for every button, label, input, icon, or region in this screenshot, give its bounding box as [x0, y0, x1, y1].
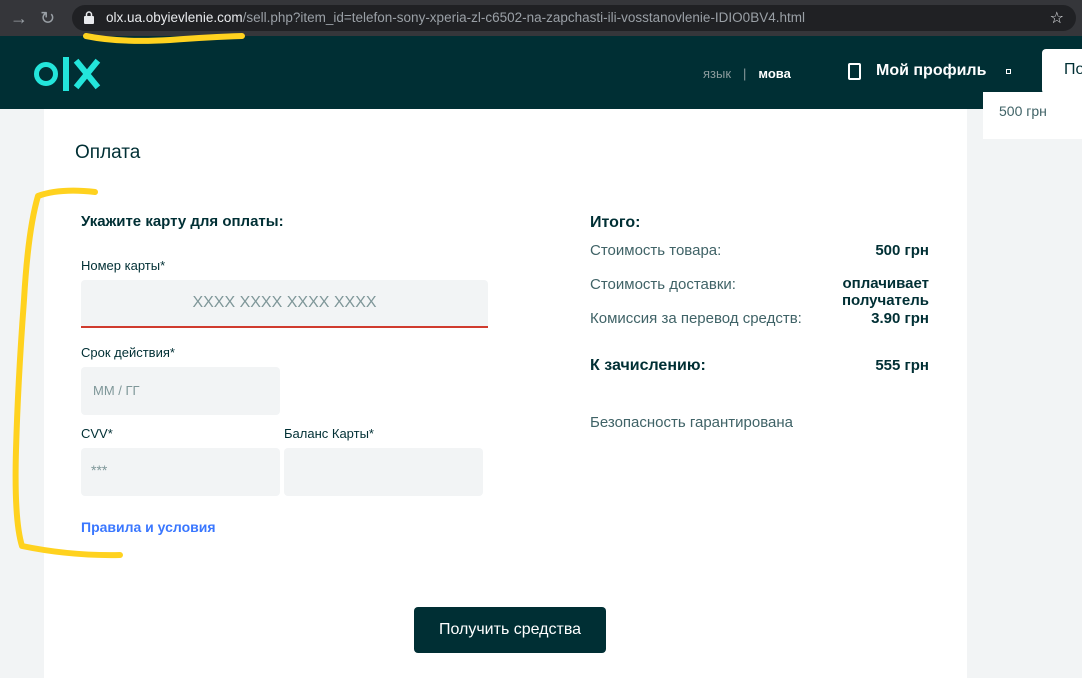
- reload-icon[interactable]: ↻: [40, 8, 55, 28]
- security-note: Безопасность гарантирована: [590, 414, 794, 431]
- card-number-label: Номер карты*: [81, 258, 166, 273]
- summary-value-item-cost: 500 грн: [875, 242, 929, 259]
- profile-label: Мой профиль: [876, 62, 987, 79]
- address-bar[interactable]: olx.ua.obyievlenie.com/sell.php?item_id=…: [72, 5, 1076, 31]
- expiry-label: Срок действия*: [81, 345, 175, 360]
- receive-funds-button[interactable]: Получить средства: [414, 607, 606, 653]
- summary-value-delivery: оплачивает получатель: [841, 275, 929, 309]
- item-price-card: 500 грн: [983, 92, 1082, 139]
- summary-label-commission: Комиссия за перевод средств:: [590, 310, 802, 327]
- summary-title: Итого:: [590, 214, 641, 231]
- summary-value-commission: 3.90 грн: [871, 310, 929, 327]
- card-balance-input[interactable]: [284, 448, 483, 496]
- cvv-label: CVV*: [81, 426, 113, 441]
- summary-label-delivery: Стоимость доставки:: [590, 276, 736, 293]
- post-ad-button[interactable]: Подать объявление: [1042, 49, 1082, 94]
- olx-logo[interactable]: [34, 55, 110, 93]
- expiry-input[interactable]: ММ / ГГ: [81, 367, 280, 415]
- my-profile-link[interactable]: Мой профиль: [848, 62, 1012, 80]
- star-icon[interactable]: ☆: [1050, 8, 1064, 28]
- cvv-input[interactable]: ***: [81, 448, 280, 496]
- chevron-down-icon: [1006, 68, 1012, 74]
- lang-option-ru[interactable]: язык: [703, 66, 731, 81]
- site-header: язык | мова Мой профиль Подать объявление: [0, 36, 1082, 109]
- item-price: 500 грн: [999, 103, 1047, 119]
- lock-icon: [84, 11, 94, 24]
- terms-link[interactable]: Правила и условия: [81, 519, 216, 535]
- payment-card: Оплата Укажите карту для оплаты: Номер к…: [44, 109, 967, 678]
- summary-label-item-cost: Стоимость товара:: [590, 242, 722, 259]
- profile-icon: [848, 62, 861, 80]
- lang-separator: |: [743, 66, 747, 81]
- lang-option-uk[interactable]: мова: [758, 66, 790, 81]
- payout-label: К зачислению:: [590, 357, 706, 374]
- back-arrow-icon[interactable]: →: [10, 8, 28, 28]
- url-text[interactable]: olx.ua.obyievlenie.com/sell.php?item_id=…: [106, 10, 805, 25]
- language-switcher: язык | мова: [703, 66, 791, 81]
- browser-toolbar: → ↻ olx.ua.obyievlenie.com/sell.php?item…: [0, 0, 1082, 36]
- payout-value: 555 грн: [875, 357, 929, 374]
- card-form-heading: Укажите карту для оплаты:: [81, 213, 284, 230]
- card-balance-label: Баланс Карты*: [284, 426, 374, 441]
- url-host: olx.ua.obyievlenie.com: [106, 10, 243, 25]
- page-title: Оплата: [75, 142, 141, 163]
- url-path: /sell.php?item_id=telefon-sony-xperia-zl…: [242, 10, 805, 25]
- card-number-input[interactable]: XXXX XXXX XXXX XXXX: [81, 280, 488, 328]
